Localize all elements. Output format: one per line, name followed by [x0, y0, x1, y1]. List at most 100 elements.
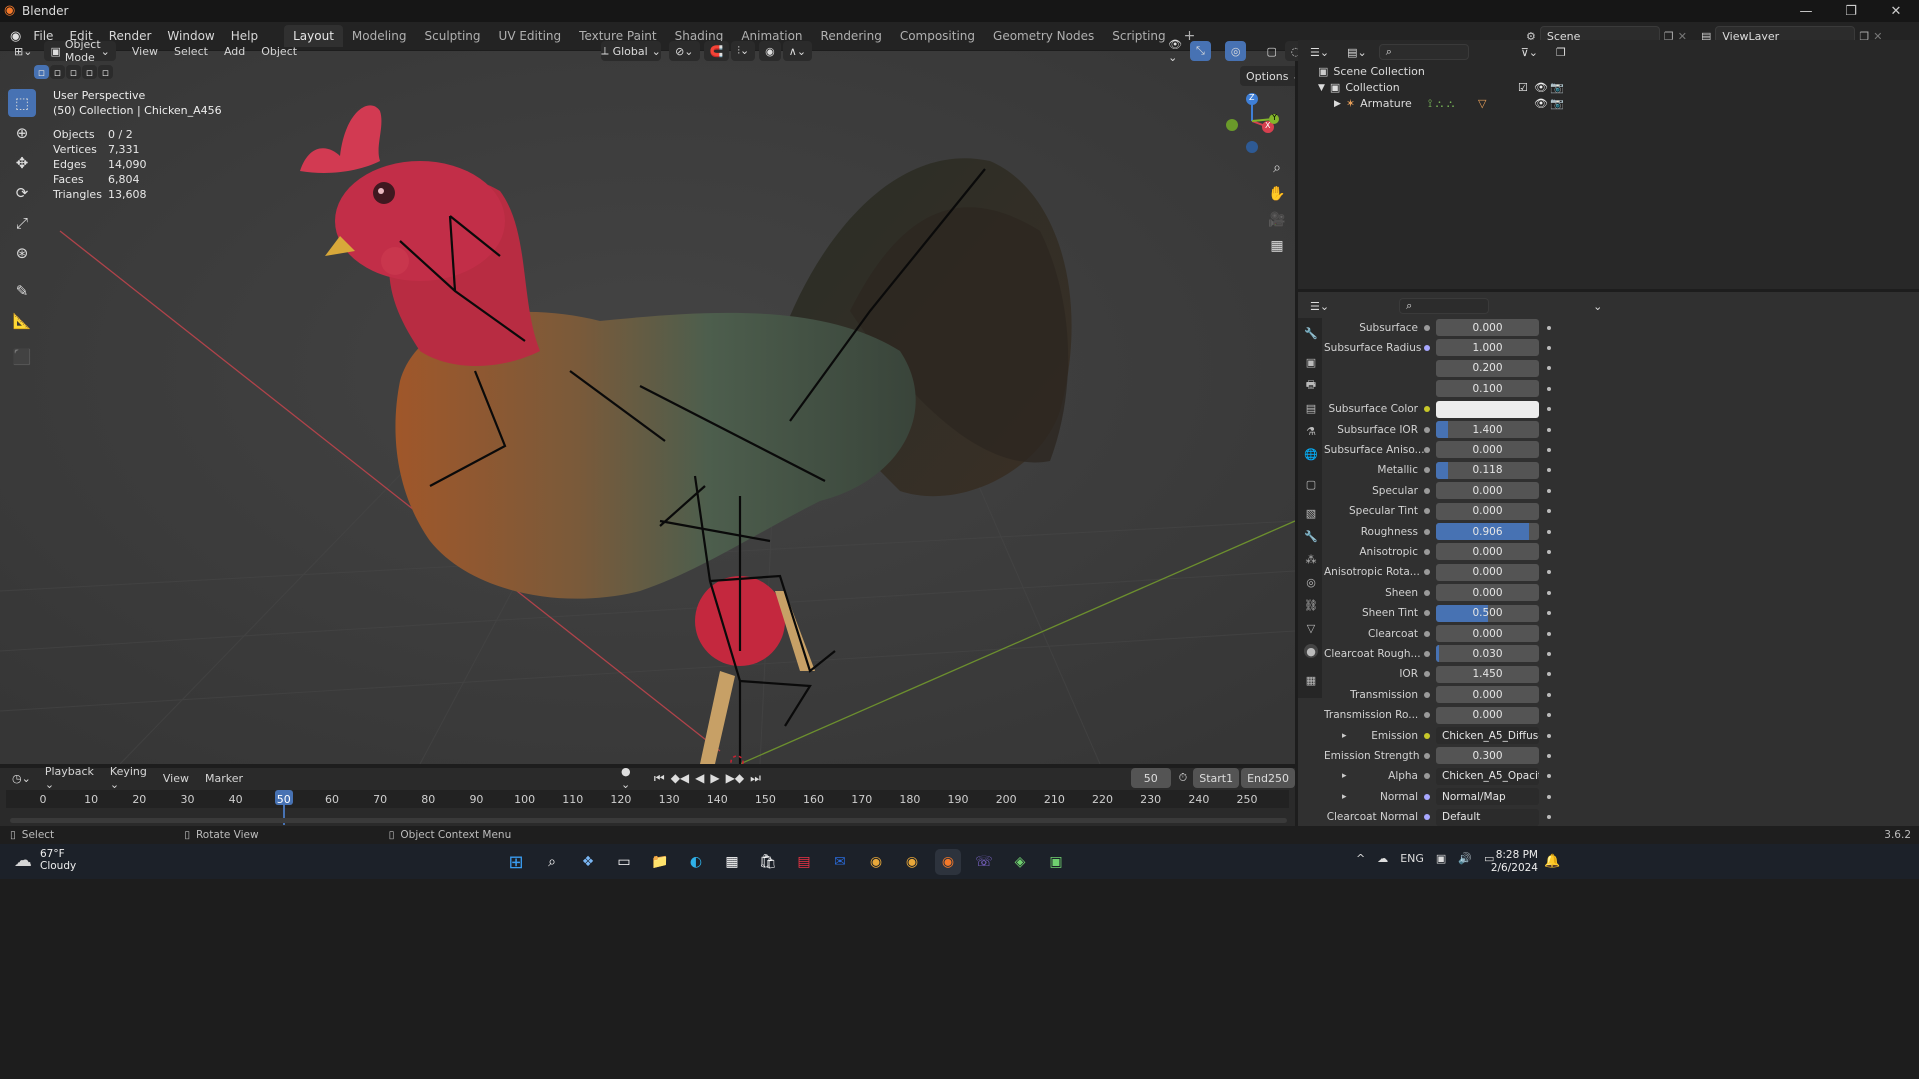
keyframe-dot-icon[interactable]	[1547, 611, 1551, 616]
visibility-icon[interactable]: 👁⌄	[1162, 38, 1188, 64]
store-icon[interactable]: 🛍	[755, 849, 781, 875]
task-view-icon[interactable]: ▭	[611, 849, 637, 875]
property-value-field[interactable]: 0.030	[1436, 645, 1539, 663]
outliner-editor-icon[interactable]: ☰⌄	[1304, 42, 1335, 62]
keyframe-dot-icon[interactable]	[1547, 692, 1551, 697]
keyframe-dot-icon[interactable]	[1547, 366, 1551, 371]
keyframe-dot-icon[interactable]	[1547, 529, 1551, 534]
menu-timeline-view[interactable]: View	[155, 772, 197, 785]
select-box-tool-icon[interactable]: ⬚	[8, 89, 36, 117]
output-tab-icon[interactable]: 🖶	[1304, 378, 1318, 392]
socket-dot-icon[interactable]	[1424, 569, 1430, 576]
eye-icon[interactable]: 👁	[1534, 81, 1548, 94]
menu-object[interactable]: Object	[253, 45, 305, 58]
property-value-field[interactable]: 0.000	[1436, 502, 1539, 520]
property-value-field[interactable]: 0.100	[1436, 380, 1539, 398]
search-icon[interactable]: ⌕	[539, 849, 565, 875]
property-value-field[interactable]: Chicken_A5_Diffuse	[1436, 727, 1539, 744]
keyframe-dot-icon[interactable]	[1547, 651, 1551, 656]
socket-dot-icon[interactable]	[1424, 446, 1430, 453]
pan-hand-icon[interactable]: ✋	[1264, 181, 1290, 207]
chevron-down-icon[interactable]: ⌄	[1587, 296, 1608, 316]
socket-dot-icon[interactable]	[1424, 650, 1430, 657]
menu-keying[interactable]: Keying ⌄	[102, 765, 155, 791]
outliner-row-collection[interactable]: ▼ ▣ Collection ☑ 👁 📷	[1298, 79, 1919, 96]
property-value-field[interactable]: 0.118	[1436, 461, 1539, 479]
property-value-field[interactable]: 0.000	[1436, 625, 1539, 642]
socket-dot-icon[interactable]	[1424, 406, 1430, 413]
edge-browser-icon[interactable]: ◐	[683, 849, 709, 875]
close-button[interactable]: ✕	[1873, 0, 1919, 22]
property-value-field[interactable]: 0.000	[1436, 441, 1539, 459]
constraints-tab-icon[interactable]: ⛓	[1304, 598, 1318, 612]
onedrive-icon[interactable]: ☁	[1377, 852, 1388, 865]
transform-tool-icon[interactable]: ⊛	[8, 239, 36, 267]
annotate-tool-icon[interactable]: ✎	[8, 277, 36, 305]
property-value-field[interactable]: 1.000	[1436, 339, 1539, 357]
app-icon-2[interactable]: ▣	[1043, 849, 1069, 875]
falloff-icon[interactable]: ∧⌄	[782, 41, 813, 61]
current-frame-field[interactable]: 50	[1130, 768, 1171, 788]
mode-dropdown[interactable]: ▣ Object Mode ⌄	[44, 38, 116, 64]
socket-dot-icon[interactable]	[1424, 528, 1430, 535]
keyframe-dot-icon[interactable]	[1547, 509, 1551, 514]
blender-taskbar-icon[interactable]: ◉	[935, 849, 961, 875]
play-icon[interactable]: ▶	[710, 771, 719, 786]
scale-tool-icon[interactable]: ⤢	[8, 209, 36, 237]
select-new-icon[interactable]: ▫	[34, 65, 49, 79]
keyframe-dot-icon[interactable]	[1547, 631, 1551, 636]
orientation-dropdown[interactable]: ⟂ Global ⌄	[601, 41, 662, 61]
properties-editor-icon[interactable]: ☰⌄	[1304, 296, 1335, 316]
collection-tab-icon[interactable]: ▢	[1304, 477, 1318, 491]
expand-arrow-icon[interactable]: ▸	[1342, 792, 1347, 802]
minimize-button[interactable]: —	[1783, 0, 1829, 22]
property-value-field[interactable]: 0.000	[1436, 563, 1539, 581]
property-value-field[interactable]: 0.000	[1436, 706, 1539, 724]
mail-app-icon[interactable]: ✉	[827, 849, 853, 875]
news-app-icon[interactable]: ▦	[719, 849, 745, 875]
camera-view-icon[interactable]: 🎥	[1264, 207, 1290, 233]
snap-icon[interactable]: 🧲	[703, 41, 730, 61]
socket-dot-icon[interactable]	[1424, 610, 1430, 617]
camera-icon[interactable]: 📷	[1550, 97, 1564, 110]
move-tool-icon[interactable]: ✥	[8, 149, 36, 177]
measure-tool-icon[interactable]: 📐	[8, 307, 36, 335]
keyframe-dot-icon[interactable]	[1547, 345, 1551, 350]
network-icon[interactable]: ▣	[1436, 852, 1446, 865]
keyframe-dot-icon[interactable]	[1547, 386, 1551, 391]
menu-playback[interactable]: Playback ⌄	[37, 765, 102, 791]
socket-dot-icon[interactable]	[1424, 344, 1430, 351]
select-extend-icon[interactable]: ▫	[50, 65, 65, 79]
proportional-edit-icon[interactable]: ◉	[759, 41, 781, 61]
menu-marker[interactable]: Marker	[197, 772, 251, 785]
new-collection-icon[interactable]: ❐	[1550, 42, 1572, 62]
socket-dot-icon[interactable]	[1424, 793, 1430, 800]
socket-dot-icon[interactable]	[1424, 548, 1430, 555]
keyframe-dot-icon[interactable]	[1547, 468, 1551, 473]
snap-target-icon[interactable]: ⫶⌄	[731, 41, 756, 61]
keyframe-dot-icon[interactable]	[1547, 488, 1551, 493]
clock-icon[interactable]: ⏱	[1179, 771, 1188, 785]
socket-dot-icon[interactable]	[1424, 814, 1430, 821]
menu-add[interactable]: Add	[216, 45, 253, 58]
cursor-tool-icon[interactable]: ⊕	[8, 119, 36, 147]
expand-arrow-icon[interactable]: ▶	[1334, 99, 1341, 109]
socket-dot-icon[interactable]	[1424, 324, 1430, 331]
3d-viewport[interactable]: User Perspective (50) Collection | Chick…	[0, 51, 1295, 764]
tool-tab-icon[interactable]: 🔧	[1304, 326, 1318, 340]
outliner-row-armature[interactable]: ▶ ✶ Armature ⟟ ⛬ ⛬ ▽ 👁 📷	[1298, 95, 1919, 112]
socket-dot-icon[interactable]	[1424, 426, 1430, 433]
keyframe-dot-icon[interactable]	[1547, 774, 1551, 779]
socket-dot-icon[interactable]	[1424, 487, 1430, 494]
app-icon[interactable]: ◈	[1007, 849, 1033, 875]
tray-chevron-icon[interactable]: ^	[1356, 852, 1365, 865]
menu-select[interactable]: Select	[166, 45, 216, 58]
office-app-icon[interactable]: ▤	[791, 849, 817, 875]
scene-tab-icon[interactable]: ⚗	[1304, 424, 1318, 438]
socket-dot-icon[interactable]	[1424, 691, 1430, 698]
socket-dot-icon[interactable]	[1424, 508, 1430, 515]
keyframe-dot-icon[interactable]	[1547, 672, 1551, 677]
object-tab-icon[interactable]: ▧	[1304, 506, 1318, 520]
world-tab-icon[interactable]: 🌐	[1304, 447, 1318, 461]
data-tab-icon[interactable]: ▽	[1304, 621, 1318, 635]
